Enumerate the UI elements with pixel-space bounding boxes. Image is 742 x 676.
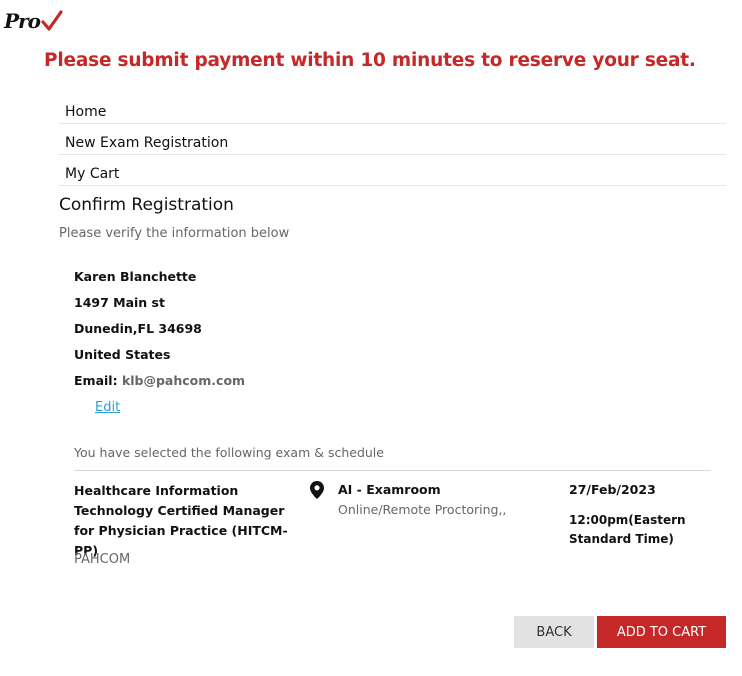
- candidate-address: 1497 Main st: [74, 295, 165, 310]
- candidate-info: Karen Blanchette 1497 Main st Dunedin,FL…: [74, 268, 245, 398]
- email-value: klb@pahcom.com: [121, 373, 246, 388]
- logo: Pro: [4, 6, 63, 36]
- candidate-country: United States: [74, 347, 171, 362]
- checkmark-icon: [41, 10, 63, 31]
- schedule-intro: You have selected the following exam & s…: [74, 445, 384, 460]
- page-title: Confirm Registration: [59, 195, 234, 215]
- candidate-city-state-zip: Dunedin,FL 34698: [74, 321, 202, 336]
- divider: [74, 470, 711, 471]
- page-subtitle: Please verify the information below: [59, 226, 290, 241]
- exam-time: 12:00pm(Eastern Standard Time): [569, 513, 686, 546]
- exam-location: AI - Examroom: [338, 482, 441, 497]
- logo-text: Pro: [4, 9, 41, 33]
- add-to-cart-button[interactable]: ADD TO CART: [597, 616, 726, 648]
- main-nav: Home New Exam Registration My Cart: [59, 93, 726, 186]
- nav-item-new-exam-registration[interactable]: New Exam Registration: [59, 124, 726, 155]
- exam-location-detail: Online/Remote Proctoring,,: [338, 502, 507, 517]
- candidate-name: Karen Blanchette: [74, 269, 197, 284]
- edit-link[interactable]: Edit: [95, 400, 120, 415]
- candidate-email-row: Email: klb@pahcom.com: [74, 372, 245, 398]
- location-pin-icon: [310, 481, 324, 499]
- nav-item-home[interactable]: Home: [59, 93, 726, 124]
- payment-notice: Please submit payment within 10 minutes …: [44, 50, 696, 71]
- exam-date: 27/Feb/2023: [569, 482, 656, 497]
- back-button[interactable]: BACK: [514, 616, 594, 648]
- exam-provider: PAHCOM: [74, 552, 131, 567]
- nav-item-my-cart[interactable]: My Cart: [59, 155, 726, 186]
- exam-name: Healthcare Information Technology Certif…: [74, 483, 288, 558]
- email-label: Email:: [74, 373, 118, 388]
